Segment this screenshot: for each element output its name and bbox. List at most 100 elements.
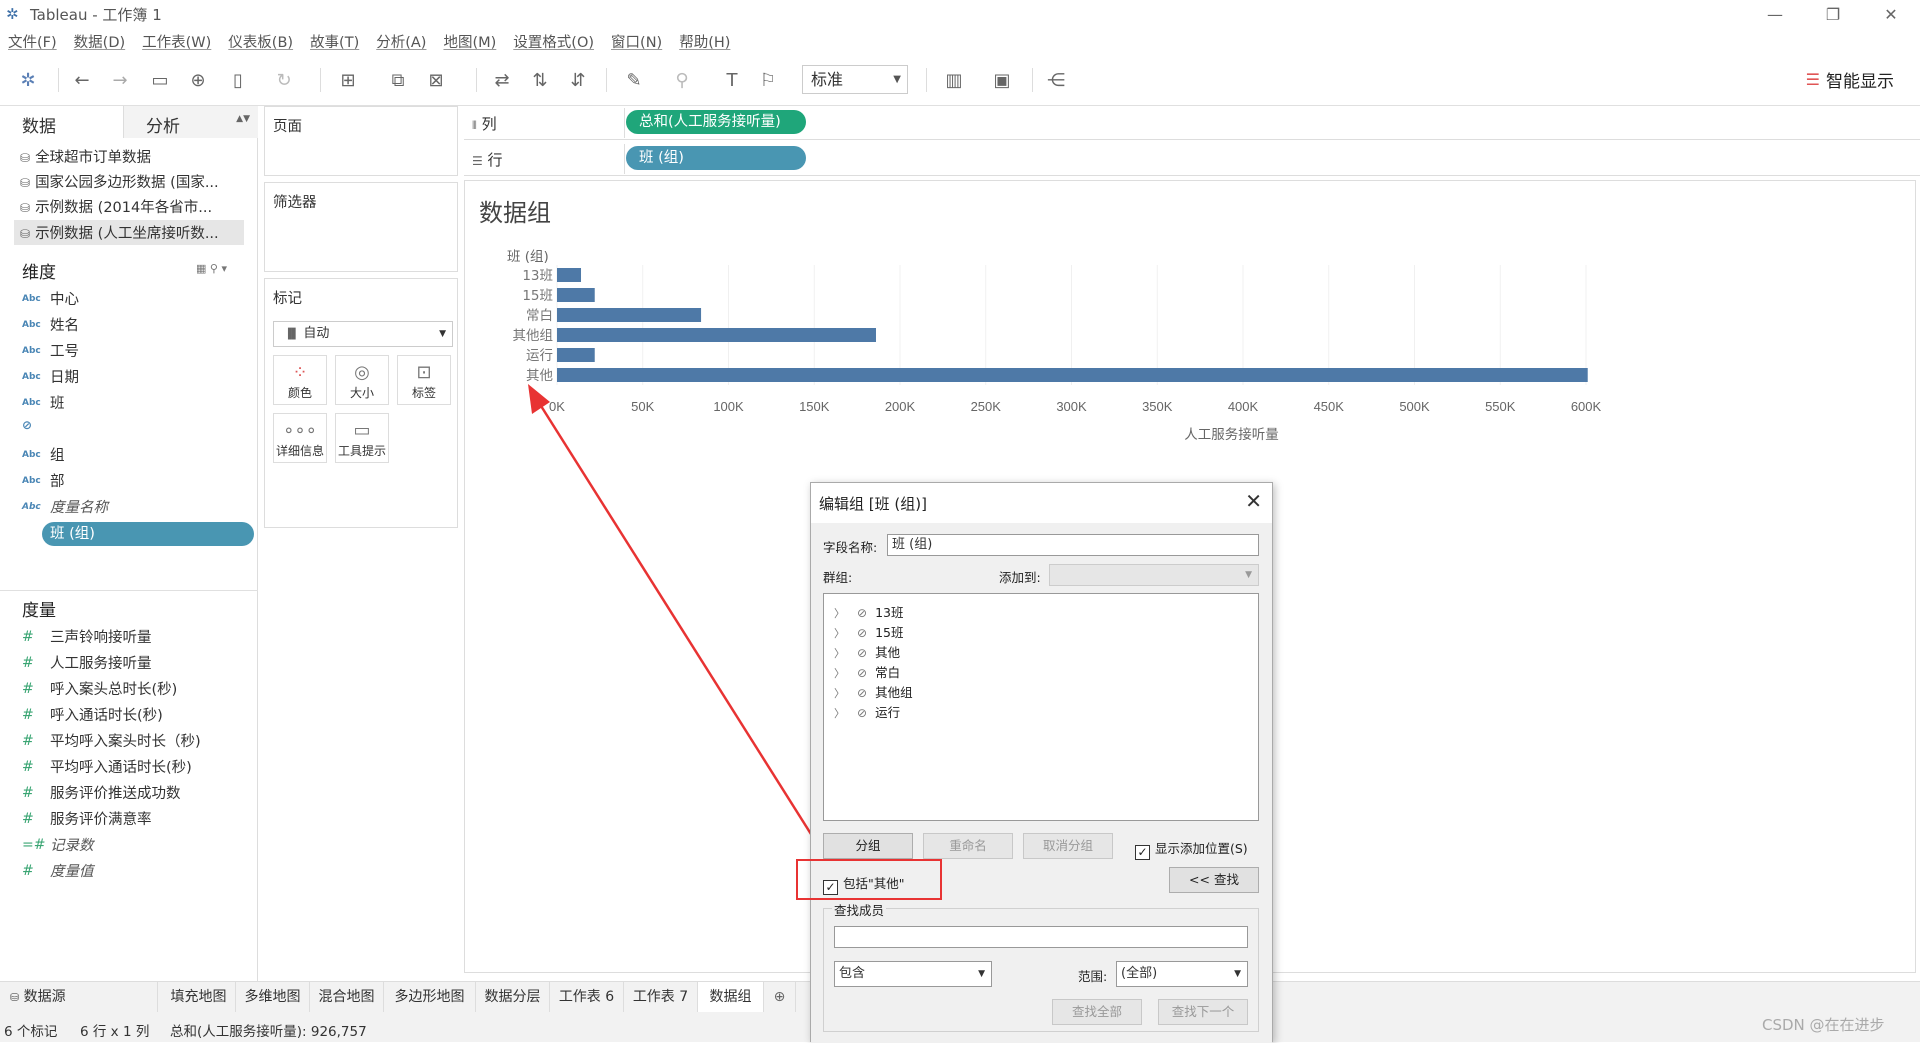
field-measure[interactable]: # 平均呼入案头时长（秒) (22, 730, 201, 751)
presentation-icon[interactable]: ▣ (988, 66, 1016, 94)
clear-sheet-icon[interactable]: ⊠ (422, 66, 450, 94)
show-add-location-checkbox[interactable]: ✓ 显示添加位置(S) (1135, 838, 1248, 860)
color-button[interactable]: ⁘ 颜色 (273, 355, 327, 405)
tab-analysis[interactable]: 分析 ▲▼ (124, 106, 258, 138)
restore-icon[interactable]: ❐ (1804, 0, 1862, 28)
sort-desc-icon[interactable]: ⇵ (564, 66, 592, 94)
rows-pill[interactable]: 班 (组) (626, 146, 806, 170)
share-icon[interactable]: ⋲ (1042, 66, 1070, 94)
tab-data[interactable]: 数据 (0, 106, 124, 138)
show-labels-icon[interactable]: T (718, 66, 746, 94)
tooltip-button[interactable]: ▭ 工具提示 (335, 413, 389, 463)
field-dimension[interactable]: Abc 度量名称 (22, 496, 108, 517)
sheet-tab[interactable]: 填充地图 (162, 982, 236, 1013)
rows-shelf[interactable]: ☰ 行 班 (组) (464, 142, 1920, 176)
highlight-icon[interactable]: ✎ (620, 66, 648, 94)
field-dimension[interactable]: Abc 班 (22, 392, 65, 413)
field-measure[interactable]: # 平均呼入通话时长(秒) (22, 756, 192, 777)
sort-asc-icon[interactable]: ⇅ (526, 66, 554, 94)
show-me-button[interactable]: ☰ 智能显示 (1806, 67, 1894, 92)
field-measure[interactable]: # 人工服务接听量 (22, 652, 152, 673)
field-measure[interactable]: # 服务评价满意率 (22, 808, 152, 829)
find-all-button[interactable]: 查找全部 (1052, 999, 1142, 1025)
field-measure[interactable]: # 三声铃响接听量 (22, 626, 152, 647)
pages-shelf[interactable]: 页面 (264, 106, 458, 176)
sheet-tab[interactable]: 多边形地图 (384, 982, 476, 1013)
find-next-button[interactable]: 查找下一个 (1158, 999, 1248, 1025)
field-measure[interactable]: # 度量值 (22, 860, 94, 881)
label-button[interactable]: ⊡ 标签 (397, 355, 451, 405)
tree-item[interactable]: 〉 ⊘ 常白 (834, 662, 900, 681)
find-members-input[interactable] (834, 926, 1248, 948)
minimize-icon[interactable]: — (1746, 0, 1804, 28)
new-datasource-icon[interactable]: ⊕ (184, 66, 212, 94)
range-select[interactable]: (全部) ▼ (1116, 961, 1248, 987)
pause-updates-icon[interactable]: ▯ (224, 66, 252, 94)
menu-format[interactable]: 设置格式(O) (513, 31, 594, 52)
menu-dashboard[interactable]: 仪表板(B) (228, 31, 293, 52)
undo-icon[interactable]: ← (68, 66, 96, 94)
tree-item[interactable]: 〉 ⊘ 运行 (834, 702, 900, 721)
field-name-input[interactable]: 班 (组) (887, 534, 1259, 556)
swap-icon[interactable]: ⇄ (488, 66, 516, 94)
columns-shelf[interactable]: ⦀ 列 总和(人工服务接听量) (464, 106, 1920, 140)
field-measure[interactable]: # 服务评价推送成功数 (22, 782, 181, 803)
tableau-home-icon[interactable]: ✲ (14, 66, 42, 94)
ungroup-button[interactable]: 取消分组 (1023, 833, 1113, 859)
find-toggle-button[interactable]: << 查找 (1169, 867, 1259, 893)
tree-item[interactable]: 〉 ⊘ 其他组 (834, 682, 913, 701)
save-icon[interactable]: ▭ (146, 66, 174, 94)
menu-file[interactable]: 文件(F) (8, 31, 57, 52)
refresh-icon[interactable]: ↻ (270, 66, 298, 94)
close-icon[interactable]: ✕ (1245, 489, 1262, 513)
datasource-item[interactable]: ⛁ 全球超市订单数据 (20, 146, 151, 167)
menu-worksheet[interactable]: 工作表(W) (142, 31, 211, 52)
tree-item[interactable]: 〉 ⊘ 其他 (834, 642, 900, 661)
menu-help[interactable]: 帮助(H) (679, 31, 730, 52)
sheet-tab[interactable]: 数据分层 (476, 982, 550, 1013)
menu-analysis[interactable]: 分析(A) (376, 31, 426, 52)
datasource-item[interactable]: ⛁ 示例数据 (2014年各省市... (20, 196, 212, 217)
field-dimension[interactable]: Abc 部 (22, 470, 65, 491)
group-members-icon[interactable]: ⚲ (668, 66, 696, 94)
columns-pill[interactable]: 总和(人工服务接听量) (626, 110, 806, 134)
rename-button[interactable]: 重命名 (923, 833, 1013, 859)
tree-item[interactable]: 〉 ⊘ 13班 (834, 602, 903, 621)
add-to-select[interactable]: ▼ (1049, 564, 1259, 586)
menu-story[interactable]: 故事(T) (310, 31, 359, 52)
dimensions-tools-icon[interactable]: ▦ ⚲ ▾ (196, 262, 227, 275)
groups-tree[interactable]: 〉 ⊘ 13班 〉 ⊘ 15班 〉 ⊘ 其他 〉 ⊘ 常白 〉 ⊘ 其他组 〉 ⊘ 运行 (823, 593, 1259, 821)
sheet-tab-active[interactable]: 数据组 (698, 982, 764, 1013)
filters-shelf[interactable]: 筛选器 (264, 182, 458, 272)
tab-menu-icon[interactable]: ▲▼ (236, 114, 250, 124)
sheet-tab[interactable]: 工作表 7 (624, 982, 698, 1013)
group-button[interactable]: 分组 (823, 833, 913, 859)
field-measure[interactable]: =# 记录数 (22, 834, 94, 855)
datasource-item-active[interactable]: ⛁ 示例数据 (人工坐席接听数... (14, 220, 244, 245)
mark-type-select[interactable]: ▐▌ 自动 ▼ (273, 321, 453, 347)
duplicate-sheet-icon[interactable]: ⧉ (384, 66, 412, 94)
field-dimension[interactable]: Abc 组 (22, 444, 65, 465)
match-select[interactable]: 包含 ▼ (834, 961, 992, 987)
field-measure[interactable]: # 呼入案头总时长(秒) (22, 678, 177, 699)
datasource-item[interactable]: ⛁ 国家公园多边形数据 (国家... (20, 171, 219, 192)
new-sheet-icon[interactable]: ⊕ (764, 982, 796, 1013)
new-worksheet-icon[interactable]: ⊞ (334, 66, 362, 94)
tab-datasource[interactable]: ⛁ 数据源 (0, 982, 158, 1013)
sheet-tab[interactable]: 混合地图 (310, 982, 384, 1013)
redo-icon[interactable]: → (106, 66, 134, 94)
field-dimension[interactable]: Abc 中心 (22, 288, 79, 309)
tree-item[interactable]: 〉 ⊘ 15班 (834, 622, 903, 641)
menu-data[interactable]: 数据(D) (74, 31, 125, 52)
fix-axes-icon[interactable]: ⚐ (754, 66, 782, 94)
show-cards-icon[interactable]: ▥ (940, 66, 968, 94)
fit-select[interactable]: 标准 ▼ (802, 65, 908, 94)
size-button[interactable]: ◎ 大小 (335, 355, 389, 405)
menu-map[interactable]: 地图(M) (443, 31, 496, 52)
field-dimension-selected[interactable]: 班 (组) (42, 522, 254, 546)
sheet-tab[interactable]: 多维地图 (236, 982, 310, 1013)
field-dimension[interactable]: Abc 姓名 (22, 314, 79, 335)
sheet-tab[interactable]: 工作表 6 (550, 982, 624, 1013)
close-icon[interactable]: ✕ (1862, 0, 1920, 28)
detail-button[interactable]: ∘∘∘ 详细信息 (273, 413, 327, 463)
